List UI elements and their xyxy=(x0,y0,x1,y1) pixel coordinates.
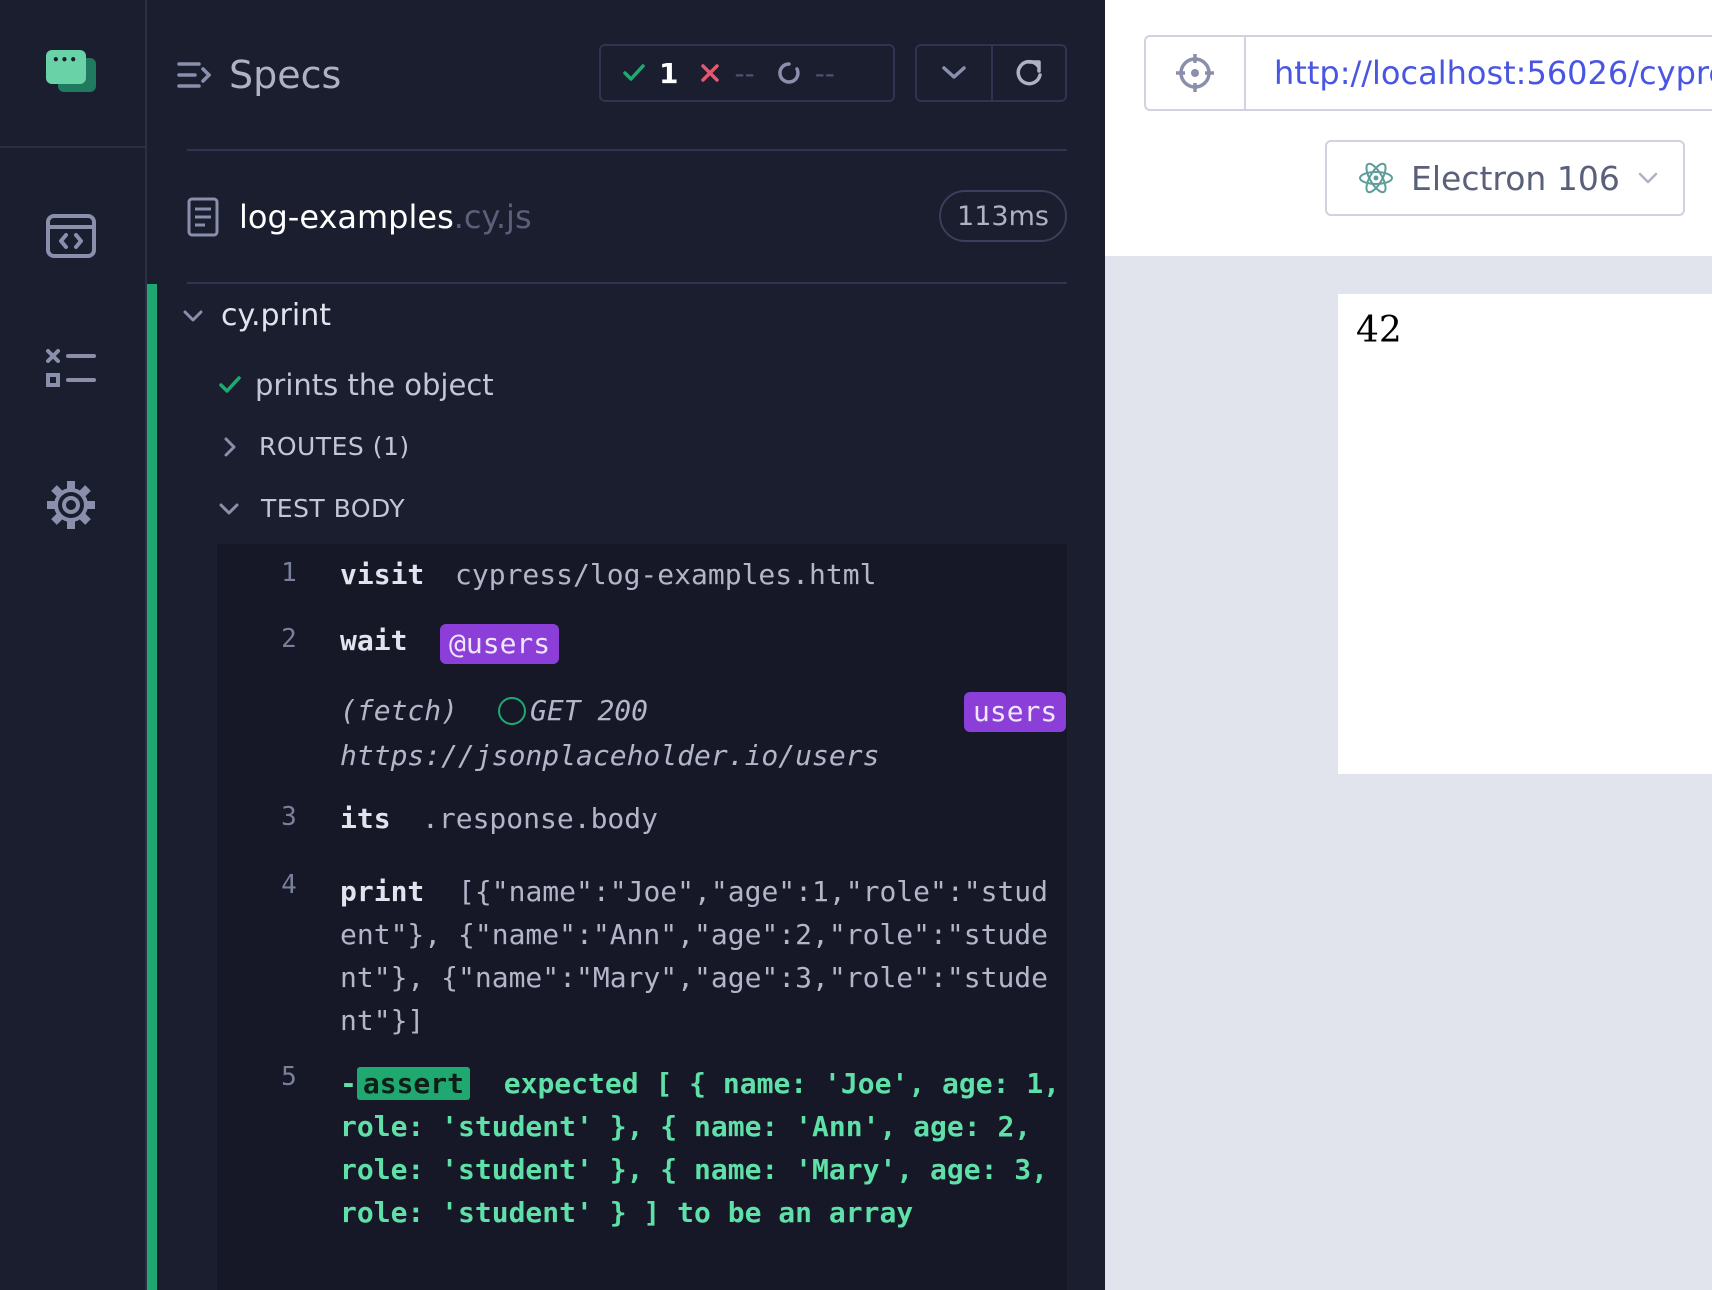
chevron-down-icon xyxy=(942,66,966,79)
test-title: prints the object xyxy=(255,368,494,402)
failed-count: -- xyxy=(734,56,755,90)
code-window-icon[interactable] xyxy=(44,208,98,262)
assert-prefix: - xyxy=(340,1067,357,1100)
x-icon xyxy=(701,64,720,82)
routes-section[interactable]: ROUTES (1) xyxy=(223,432,410,461)
spec-file-extension: .cy.js xyxy=(453,198,532,236)
chevron-down-icon xyxy=(219,503,239,514)
command-message[interactable]: cypress/log-examples.html xyxy=(455,558,876,591)
collapse-all-button[interactable] xyxy=(917,46,991,100)
app-iframe: 42 xyxy=(1338,294,1712,774)
app-logo: ••• xyxy=(0,0,146,148)
status-circle-icon xyxy=(498,696,527,725)
fetch-url[interactable]: https://jsonplaceholder.io/users xyxy=(340,739,879,772)
reporter-panel: Specs 1 -- -- log-examples .cy.js 113ms … xyxy=(147,0,1105,1290)
command-number: 1 xyxy=(281,558,297,588)
document-icon xyxy=(187,197,219,237)
selector-playground-button[interactable] xyxy=(1144,35,1244,111)
command-name[interactable]: wait xyxy=(340,624,407,657)
test-body-label: TEST BODY xyxy=(261,494,406,523)
failed-stat: -- xyxy=(700,56,755,90)
logo-dots: ••• xyxy=(52,53,79,67)
specs-title: Specs xyxy=(229,53,342,97)
specs-header[interactable]: Specs xyxy=(177,50,341,100)
electron-icon xyxy=(1359,162,1393,194)
reporter-controls xyxy=(915,44,1067,102)
suite-title: cy.print xyxy=(221,298,331,333)
print-command[interactable]: print [{"name":"Joe","age":1,"role":"stu… xyxy=(340,870,1062,1042)
pending-stat: -- xyxy=(777,57,835,90)
command-number: 3 xyxy=(281,802,297,832)
command-name[interactable]: visit xyxy=(340,558,424,591)
chevron-down-icon xyxy=(1638,172,1658,184)
test-header[interactable]: prints the object xyxy=(219,368,494,402)
chevron-down-icon xyxy=(183,310,203,321)
browser-name: Electron 106 xyxy=(1411,158,1620,198)
browser-selector[interactable]: Electron 106 xyxy=(1325,140,1685,216)
passed-count: 1 xyxy=(659,56,679,90)
crosshair-icon xyxy=(1176,54,1214,92)
fetch-request-line[interactable]: (fetch) GET 200 xyxy=(340,694,648,727)
assert-badge: assert xyxy=(356,1067,471,1100)
fetch-status: GET 200 xyxy=(530,694,649,727)
app-output-text: 42 xyxy=(1356,310,1402,351)
app-under-test: http://localhost:56026/cypress/log-examp… xyxy=(1105,0,1712,1290)
passed-stat: 1 xyxy=(623,57,678,90)
command-message: [{"name":"Joe","age":1,"role":"student"}… xyxy=(340,875,1049,1037)
command-message[interactable]: .response.body xyxy=(422,802,658,835)
suite-header[interactable]: cy.print xyxy=(183,298,331,333)
suite-status-bar xyxy=(147,284,157,1290)
pending-icon xyxy=(777,62,800,84)
test-stats: 1 -- -- xyxy=(599,44,895,102)
assert-command[interactable]: - assert expected [ { name: 'Joe', age: 1… xyxy=(340,1062,1062,1234)
check-icon xyxy=(219,376,241,393)
aut-header: http://localhost:56026/cypress/log-examp… xyxy=(1105,0,1712,256)
gear-icon[interactable] xyxy=(44,478,98,532)
test-results-icon[interactable] xyxy=(44,343,98,397)
rerun-button[interactable] xyxy=(990,46,1065,100)
check-icon xyxy=(623,64,645,81)
url-field[interactable]: http://localhost:56026/cypress/log-examp… xyxy=(1244,35,1712,111)
spec-duration: 113ms xyxy=(939,190,1067,242)
command-name[interactable]: its xyxy=(340,802,391,835)
specs-list-icon xyxy=(177,62,211,88)
test-body-section[interactable]: TEST BODY xyxy=(219,494,405,523)
route-alias-badge[interactable]: users xyxy=(964,692,1067,732)
spec-file-name: log-examples xyxy=(239,198,454,236)
alias-badge[interactable]: @users xyxy=(440,624,560,664)
command-log: 1 visit cypress/log-examples.html 2 wait… xyxy=(217,544,1067,1290)
side-navigation: ••• xyxy=(0,0,147,1290)
chevron-right-icon xyxy=(224,437,236,456)
header-divider xyxy=(187,149,1067,151)
command-number: 2 xyxy=(281,624,297,654)
fetch-label: (fetch) xyxy=(340,694,459,727)
command-name: print xyxy=(340,875,425,908)
pending-count: -- xyxy=(814,56,835,90)
spec-divider xyxy=(187,282,1067,284)
spec-file-row[interactable]: log-examples .cy.js 113ms xyxy=(187,190,1067,244)
routes-label: ROUTES (1) xyxy=(259,432,410,461)
refresh-icon xyxy=(1016,59,1042,86)
command-number: 4 xyxy=(281,870,297,900)
command-number: 5 xyxy=(281,1062,297,1092)
